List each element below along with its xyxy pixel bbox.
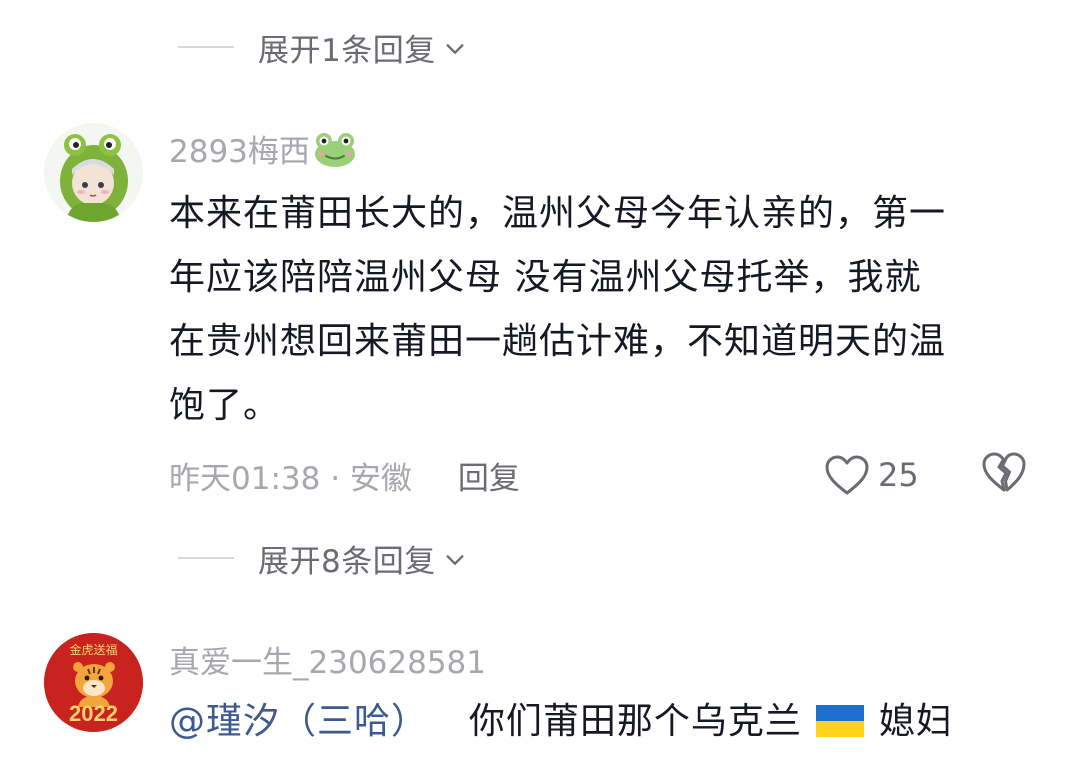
comment-meta: 昨天01:38 · 安徽 回复 25 (169, 450, 1039, 498)
reply-button[interactable]: 回复 (458, 453, 520, 498)
divider-line (178, 557, 234, 559)
frog-hood-avatar-image (44, 123, 143, 222)
expand-replies-top[interactable]: 展开1条回复 (178, 27, 466, 69)
divider-line (178, 46, 234, 48)
comment-line: 本来在莆田长大的，温州父母今年认亲的，第一 (169, 193, 947, 234)
heart-icon (825, 455, 869, 495)
avatar[interactable] (44, 123, 143, 222)
comment-line: 年应该陪陪温州父母 没有温州父母托举，我就 (169, 257, 922, 298)
avatar[interactable]: 金虎送福 2022 (44, 633, 143, 732)
avatar-top-text: 金虎送福 (69, 643, 118, 657)
chevron-down-icon (446, 44, 464, 54)
like-button[interactable]: 25 (824, 454, 919, 496)
comment-line: 在贵州想回来莆田一趟估计难，不知道明天的温 (169, 321, 947, 362)
comment-username[interactable]: 2893梅西 (169, 126, 358, 171)
expand-replies-mid[interactable]: 展开8条回复 (178, 538, 466, 580)
comment-text-after-flag: 媳妇 (878, 701, 953, 742)
comment-text-before-flag: 你们莆田那个乌克兰 (468, 701, 802, 742)
mention-link[interactable]: @瑾汐（三哈） (169, 701, 428, 742)
dislike-button[interactable] (981, 450, 1027, 498)
ukraine-flag-icon (816, 705, 865, 737)
expand-replies-label: 展开8条回复 (258, 543, 436, 580)
comment-time-location: 昨天01:38 · 安徽 (169, 460, 412, 497)
like-count: 25 (878, 456, 919, 494)
chevron-down-icon (446, 555, 464, 565)
frog-face-icon (314, 132, 355, 167)
comment-line: 饱了。 (169, 385, 281, 426)
broken-heart-icon (982, 452, 1026, 492)
expand-replies-label: 展开1条回复 (258, 32, 436, 69)
avatar-year-text: 2022 (69, 701, 118, 726)
comment-body: 本来在莆田长大的，温州父母今年认亲的，第一 年应该陪陪温州父母 没有温州父母托举… (169, 182, 1039, 438)
comment-body: @瑾汐（三哈） 你们莆田那个乌克兰 媳妇 (169, 690, 1039, 754)
comment-username[interactable]: 真爱一生_230628581 (169, 637, 486, 682)
